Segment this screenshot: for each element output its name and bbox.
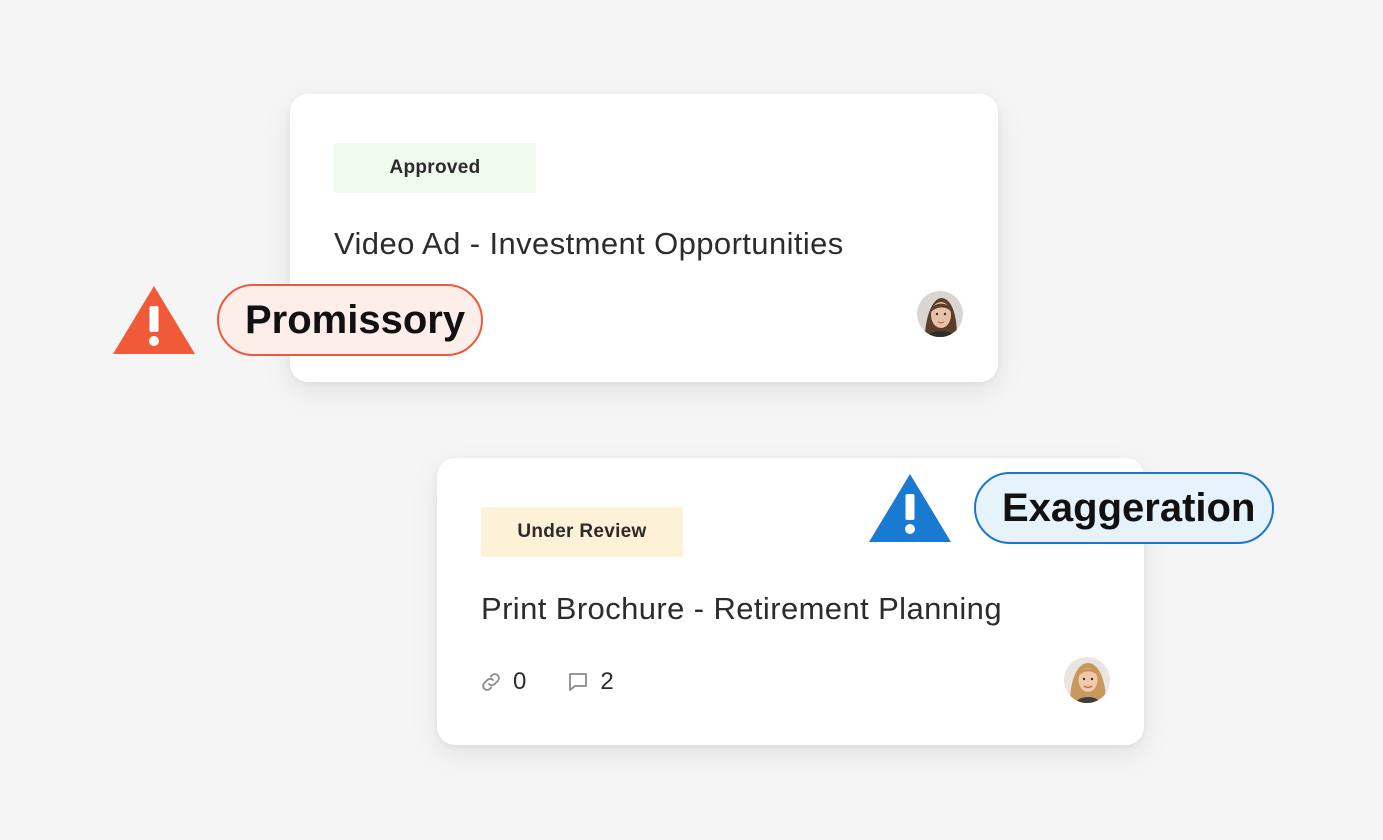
tag-promissory[interactable]: Promissory <box>217 284 483 356</box>
flag-promissory[interactable]: Promissory <box>112 284 483 356</box>
card-meta: 0 2 <box>479 668 654 696</box>
user-avatar[interactable] <box>1064 657 1110 703</box>
link-icon <box>482 673 500 691</box>
comment-icon <box>569 673 588 691</box>
user-avatar[interactable] <box>917 291 963 337</box>
tag-exaggeration[interactable]: Exaggeration <box>974 472 1274 544</box>
status-badge-approved: Approved <box>334 143 536 193</box>
card-title[interactable]: Print Brochure - Retirement Planning <box>481 591 1002 627</box>
links-count[interactable]: 0 <box>479 668 526 696</box>
flag-exaggeration[interactable]: Exaggeration <box>868 472 1274 544</box>
links-count-value: 0 <box>513 668 527 695</box>
card-title[interactable]: Video Ad - Investment Opportunities <box>334 226 844 262</box>
comments-count[interactable]: 2 <box>566 668 614 696</box>
warning-icon <box>869 474 951 542</box>
warning-icon <box>113 286 195 354</box>
comments-count-value: 2 <box>600 668 614 695</box>
status-badge-under-review: Under Review <box>481 507 683 557</box>
